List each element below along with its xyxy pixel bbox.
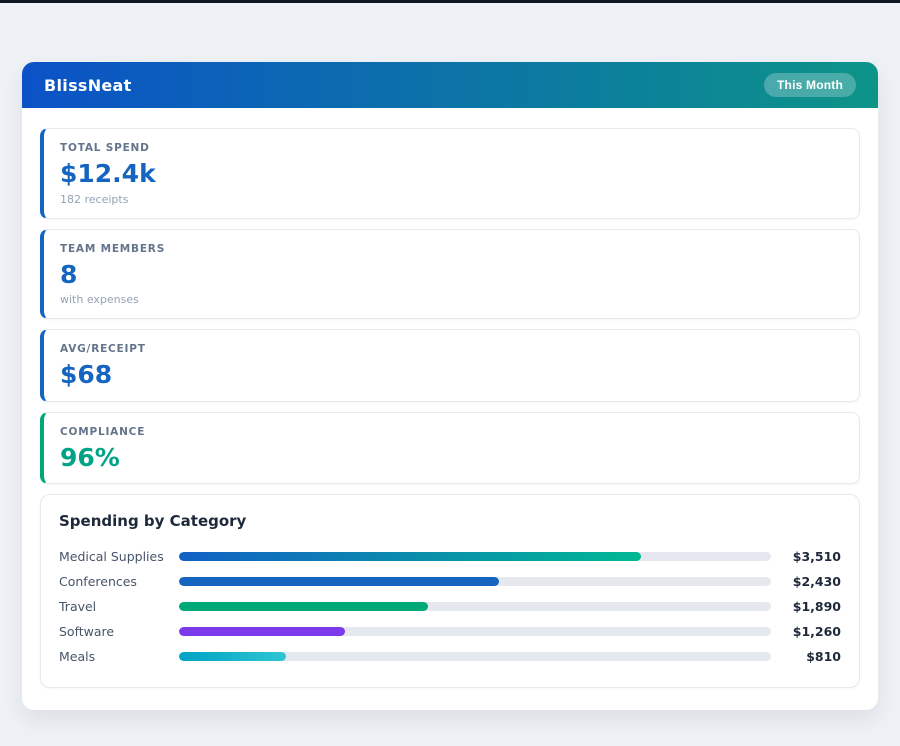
stat-card-compliance: COMPLIANCE 96% bbox=[40, 412, 860, 485]
stat-subtext: 182 receipts bbox=[60, 193, 843, 206]
bar-fill bbox=[179, 602, 428, 611]
category-label: Conferences bbox=[59, 574, 179, 589]
dashboard-content: TOTAL SPEND $12.4k 182 receipts TEAM MEM… bbox=[22, 108, 878, 710]
stat-card-team-members: TEAM MEMBERS 8 with expenses bbox=[40, 229, 860, 320]
category-label: Travel bbox=[59, 599, 179, 614]
chart-row-conferences: Conferences $2,430 bbox=[59, 569, 841, 594]
chart-row-travel: Travel $1,890 bbox=[59, 594, 841, 619]
bar-fill bbox=[179, 577, 499, 586]
chart-title: Spending by Category bbox=[59, 512, 841, 530]
bar-track bbox=[179, 602, 771, 611]
stat-label: AVG/RECEIPT bbox=[60, 343, 843, 355]
bar-track bbox=[179, 552, 771, 561]
bar-fill bbox=[179, 552, 641, 561]
category-value: $1,260 bbox=[771, 624, 841, 639]
bar-track bbox=[179, 652, 771, 661]
stat-label: TOTAL SPEND bbox=[60, 142, 843, 154]
spending-by-category-chart: Spending by Category Medical Supplies $3… bbox=[40, 494, 860, 688]
stat-card-avg-receipt: AVG/RECEIPT $68 bbox=[40, 329, 860, 402]
category-label: Software bbox=[59, 624, 179, 639]
stat-subtext: with expenses bbox=[60, 293, 843, 306]
stat-value: $68 bbox=[60, 361, 843, 389]
window-top-edge bbox=[0, 0, 900, 3]
stat-label: TEAM MEMBERS bbox=[60, 243, 843, 255]
dashboard-card: BlissNeat This Month TOTAL SPEND $12.4k … bbox=[22, 62, 878, 710]
stat-label: COMPLIANCE bbox=[60, 426, 843, 438]
time-range-badge[interactable]: This Month bbox=[764, 73, 856, 97]
chart-row-software: Software $1,260 bbox=[59, 619, 841, 644]
app-title: BlissNeat bbox=[44, 76, 132, 95]
chart-row-meals: Meals $810 bbox=[59, 644, 841, 669]
stat-value: 96% bbox=[60, 444, 843, 472]
category-value: $810 bbox=[771, 649, 841, 664]
stat-value: 8 bbox=[60, 261, 843, 289]
bar-track bbox=[179, 577, 771, 586]
app-header: BlissNeat This Month bbox=[22, 62, 878, 108]
bar-fill bbox=[179, 627, 345, 636]
category-label: Meals bbox=[59, 649, 179, 664]
stat-card-total-spend: TOTAL SPEND $12.4k 182 receipts bbox=[40, 128, 860, 219]
category-value: $2,430 bbox=[771, 574, 841, 589]
stat-value: $12.4k bbox=[60, 160, 843, 188]
chart-row-medical-supplies: Medical Supplies $3,510 bbox=[59, 544, 841, 569]
category-value: $3,510 bbox=[771, 549, 841, 564]
category-value: $1,890 bbox=[771, 599, 841, 614]
bar-fill bbox=[179, 652, 286, 661]
category-label: Medical Supplies bbox=[59, 549, 179, 564]
bar-track bbox=[179, 627, 771, 636]
